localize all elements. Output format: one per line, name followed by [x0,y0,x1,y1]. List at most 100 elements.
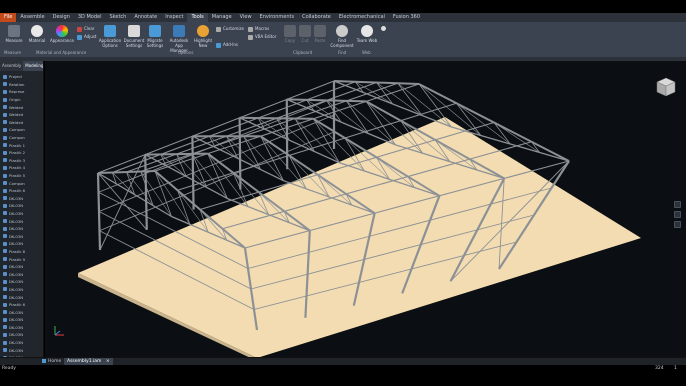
panel-label-options: Options [178,50,194,55]
tree-node[interactable]: Plastik 1 [0,141,43,149]
tree-node[interactable]: Plastik 6 [0,187,43,195]
customize-button[interactable]: Customize [216,26,244,32]
tree-node[interactable]: DK-03N [0,225,43,233]
tab-electromechanical[interactable]: Electromechanical [335,13,389,22]
measure-button[interactable]: Measure [5,25,23,43]
tree-node[interactable]: DK-03N [0,210,43,218]
tree-node[interactable]: Welded [0,103,43,111]
tab-3d-model[interactable]: 3D Model [74,13,106,22]
tree-node[interactable]: DK-03N [0,308,43,316]
macros-button[interactable]: Macros [248,26,269,32]
tab-collaborate[interactable]: Collaborate [298,13,335,22]
viewcube[interactable] [655,76,677,98]
tree-node[interactable]: DK-03N [0,339,43,347]
tree-node[interactable]: DK-03N [0,346,43,354]
part-icon [3,310,7,315]
tab-environments[interactable]: Environments [256,13,299,22]
find-component-button[interactable]: Find Component [330,25,354,48]
add-ins-button[interactable]: Add-Ins [216,42,238,48]
tab-view[interactable]: View [236,13,256,22]
tab-fusion-360[interactable]: Fusion 360 [389,13,424,22]
tab-file[interactable]: File [0,13,17,22]
nav-pan-button[interactable] [674,201,681,208]
tree-node[interactable]: Project [0,73,43,81]
ribbon-extra-button[interactable] [381,25,388,31]
team-web-label: Team Web [356,38,378,43]
truss-web [346,100,396,146]
tree-node[interactable]: Compon [0,179,43,187]
tree-node-label: DK-03N [9,294,24,300]
tree-node[interactable]: DK-03N [0,293,43,301]
tree-node[interactable]: DK-03N [0,316,43,324]
tree-node[interactable]: DK-03N [0,286,43,294]
tab-tools[interactable]: Tools [187,13,208,22]
copy-button[interactable]: Copy [283,25,297,43]
tab-annotate[interactable]: Annotate [130,13,161,22]
nav-orbit-button[interactable] [674,221,681,228]
material-button[interactable]: Material [28,25,46,43]
tree-node-label: Plastik 5 [9,173,26,179]
status-occurrence-count: 324 [655,366,664,371]
tree-node[interactable]: Relation [0,81,43,89]
tree-node[interactable]: DK-03N [0,202,43,210]
team-web-button[interactable]: Team Web [356,25,378,43]
tree-node[interactable]: Welded [0,119,43,127]
highlight-new-button[interactable]: Highlight New [194,25,212,48]
adjust-button[interactable]: Adjust [77,34,97,40]
clear-button[interactable]: Clear [77,26,94,32]
appearance-button[interactable]: Appearance [50,25,74,43]
close-icon[interactable]: × [106,359,110,364]
tree-node[interactable]: Plastik 5 [0,172,43,180]
paste-button[interactable]: Paste [313,25,327,43]
vba-editor-button[interactable]: VBA Editor [248,34,276,40]
part-icon [3,82,7,87]
tree-node-label: DK-03N [9,203,24,209]
nav-zoom-button[interactable] [674,211,681,218]
application-options-button[interactable]: Application Options [98,25,122,48]
tree-node[interactable]: DK-03N [0,232,43,240]
tab-inspect[interactable]: Inspect [161,13,187,22]
tree-node[interactable]: Plastik 8 [0,248,43,256]
graphics-viewport[interactable] [45,61,686,357]
tree-node[interactable]: Welded [0,111,43,119]
browser-tab-modeling[interactable]: Modeling [23,61,43,71]
tab-manage[interactable]: Manage [208,13,236,22]
tree-node[interactable]: Plastik 3 [0,157,43,165]
application-options-label: Application Options [98,38,122,48]
part-icon [3,332,7,337]
tree-node[interactable]: Plastik 2 [0,149,43,157]
tree-node[interactable]: Plastik 9 [0,255,43,263]
tree-node[interactable]: Compon [0,134,43,142]
tree-node[interactable]: Origin [0,96,43,104]
paste-label: Paste [314,38,326,43]
tree-node[interactable]: DK-03N [0,217,43,225]
tree-node-label: DK-03N [9,218,24,224]
tree-node[interactable]: Plastik 6 [0,301,43,309]
tree-node-label: DK-03N [9,271,24,277]
tree-node[interactable]: DK-03N [0,278,43,286]
migrate-settings-button[interactable]: Migrate Settings [145,25,165,48]
tree-node[interactable]: DK-03N [0,324,43,332]
browser-tabs: Assembly Modeling [0,61,43,71]
truss-web [191,153,208,188]
tree-node[interactable]: DK-03N [0,263,43,271]
team-web-icon [361,25,373,37]
browser-tab-assembly[interactable]: Assembly [0,61,23,71]
cut-button[interactable]: Cut [298,25,312,43]
part-icon [3,181,7,186]
tab-assemble[interactable]: Assemble [16,13,48,22]
tree-node[interactable]: DK-03N [0,331,43,339]
tree-node-label: Project [9,74,22,80]
tree-node[interactable]: Represe [0,88,43,96]
highlight-new-label: Highlight New [194,38,213,48]
tree-node[interactable]: DK-03N [0,195,43,203]
tab-design[interactable]: Design [49,13,74,22]
tree-node[interactable]: DK-03N [0,240,43,248]
tree-node[interactable]: DK-03N [0,270,43,278]
tab-sketch[interactable]: Sketch [106,13,131,22]
part-icon [3,97,7,102]
tree-node[interactable]: Compon [0,126,43,134]
document-settings-button[interactable]: Document Settings [123,25,145,48]
app-manager-button[interactable]: Autodesk App Manager [166,25,192,53]
tree-node[interactable]: Plastik 4 [0,164,43,172]
